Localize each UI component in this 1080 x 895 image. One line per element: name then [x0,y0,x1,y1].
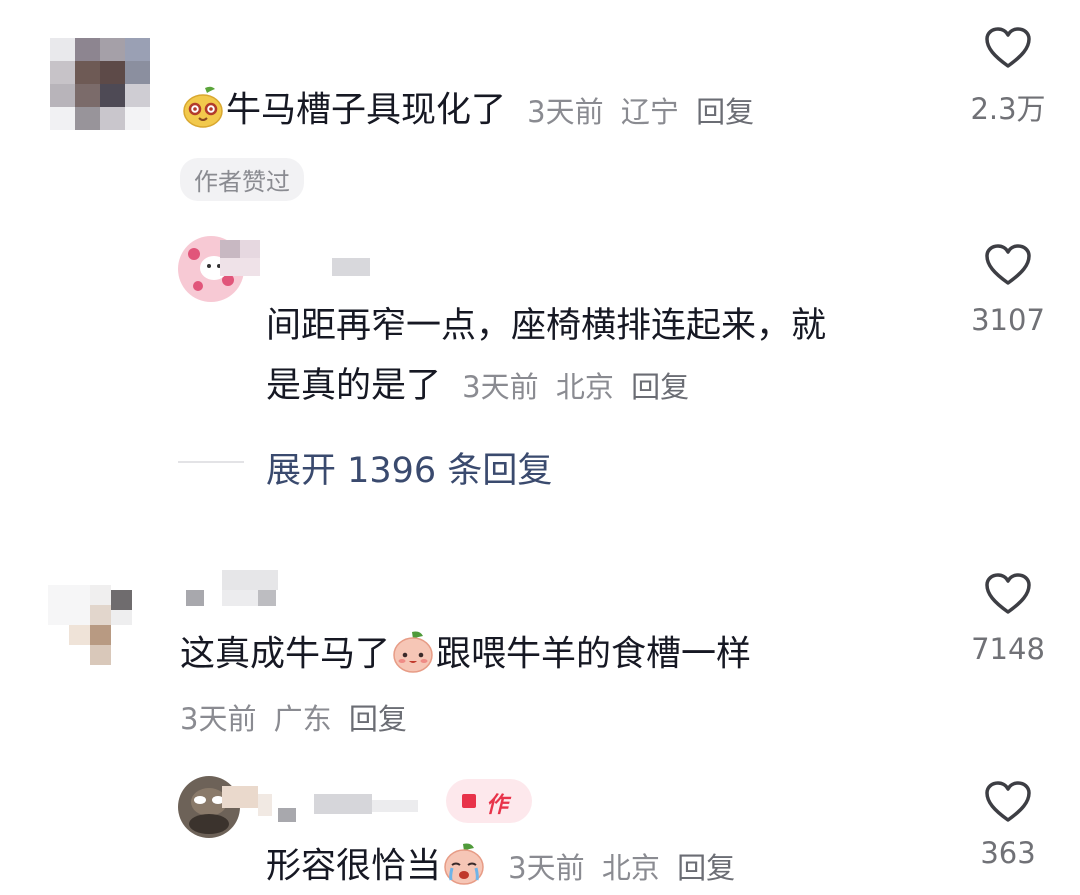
like-button[interactable]: 2.3万 [958,26,1058,128]
comment-body: 这真成牛马了 [180,634,391,675]
reply-time: 3天前 [508,850,585,885]
reply-username[interactable] [220,240,270,276]
avatar[interactable] [50,38,150,130]
comment-time: 3天前 [527,94,604,129]
heart-icon[interactable] [984,243,1032,287]
like-count: 2.3万 [970,92,1046,126]
peach-face-emoji [390,628,436,683]
reply-body-end: 是真的是了 [266,366,442,406]
author-liked-badge: 作者赞过 [180,158,304,201]
heart-icon[interactable] [984,780,1032,824]
like-button[interactable]: 7148 [958,572,1058,666]
like-count: 3107 [971,303,1045,337]
reply-button[interactable]: 回复 [696,95,754,129]
author-badge-text: 作 [486,793,509,818]
heart-icon[interactable] [984,26,1032,70]
crying-peach-emoji [441,840,487,895]
avatar[interactable] [48,585,132,665]
like-button[interactable]: 363 [958,780,1058,870]
reply-location: 北京 [555,370,614,404]
comment-text: 牛马槽子具现化了 3天前 辽宁 回复 [180,84,754,139]
comment-location: 辽宁 [620,94,679,129]
reply-button[interactable]: 回复 [631,370,689,404]
comment-body-cont: 跟喂牛羊的食槽一样 [436,634,752,675]
reply-time: 3天前 [462,370,539,404]
like-count: 363 [980,836,1036,870]
comment-location: 广东 [273,702,332,736]
author-badge: 作 [446,779,532,823]
comment-text: 这真成牛马了 跟喂牛羊的食槽一样 [180,628,751,683]
reply-body: 形容很恰当 [266,846,442,887]
expand-replies-button[interactable]: 展开 1396 条回复 [266,442,552,493]
comment-username[interactable] [186,570,296,610]
like-button[interactable]: 3107 [958,243,1058,337]
reply-button[interactable]: 回复 [677,851,735,885]
like-count: 7148 [971,632,1045,666]
comment-meta: 3天前 广东 回复 [180,696,407,738]
author-tag-icon [462,794,476,808]
reply-button[interactable]: 回复 [349,702,407,736]
reply-text: 形容很恰当 3天前 北京 回复 [266,840,735,895]
pear-face-emoji [180,84,226,139]
comment-time: 3天前 [180,702,257,736]
reply-text-line1: 间距再窄一点，座椅横排连起来，就 [266,306,827,346]
reply-text-line2: 是真的是了 3天前 北京 回复 [266,366,689,407]
reply-username[interactable] [222,786,422,826]
comment-body: 牛马槽子具现化了 [226,90,507,131]
reply-location: 北京 [601,850,660,885]
reply-username-block[interactable] [332,258,370,276]
expand-divider [178,461,244,463]
heart-icon[interactable] [984,572,1032,616]
